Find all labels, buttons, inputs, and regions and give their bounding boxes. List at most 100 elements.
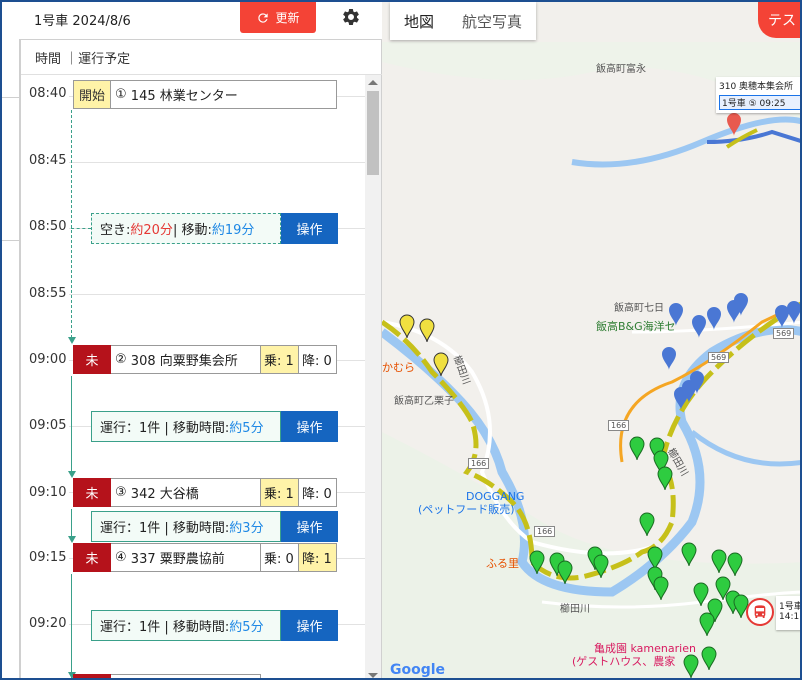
time-gridline — [69, 294, 365, 295]
tab-map[interactable]: 地図 — [390, 2, 449, 40]
map-place-label: 飯高町乙栗子 — [394, 396, 454, 407]
time-label: 09:05 — [29, 418, 67, 433]
gap-info-row: 運行：1件 | 移動時間: 約3分 操作 — [91, 511, 338, 542]
timeline-connector — [71, 509, 72, 537]
status-badge: 未 — [73, 478, 111, 507]
scrollbar-thumb[interactable] — [367, 91, 379, 175]
move-time: 約19分 — [211, 223, 255, 238]
timeline-connector — [71, 110, 72, 338]
app-window: 1号車 2024/8/6 更新 時間 ｜運行予定 08:40 08:45 08:… — [0, 0, 802, 680]
gap-prefix: 空き: — [100, 223, 131, 238]
map-type-tabs: 地図 航空写真 — [390, 2, 537, 40]
stop-row[interactable]: 未 ④ 337 粟野農協前 乗: 0 降: 1 — [73, 543, 337, 572]
stop-row[interactable]: 未 ② 308 向粟野集会所 乗: 1 降: 0 — [73, 345, 337, 374]
panel-divider — [2, 240, 20, 241]
time-label: 08:40 — [29, 86, 67, 101]
route-shield: 569 — [708, 352, 730, 363]
idle-time: 約20分 — [130, 223, 173, 238]
route-shield: 166 — [608, 420, 630, 431]
time-label: 09:15 — [29, 550, 67, 565]
gap-prefix: 運行：1件 | 移動時間: — [100, 421, 230, 436]
header-divider — [21, 74, 382, 75]
top-bar: 1号車 2024/8/6 更新 — [2, 2, 382, 39]
operation-button[interactable]: 操作 — [281, 213, 338, 244]
stop-label: 342 大谷橋 — [130, 487, 199, 502]
stop-number: ① — [115, 87, 127, 102]
refresh-label: 更新 — [275, 11, 300, 25]
map-place-label: かむら — [382, 361, 415, 374]
move-time: 約3分 — [229, 521, 264, 536]
stop-name: ① 145 林業センター — [111, 80, 337, 109]
gap-info-row: 運行：1件 | 移動時間: 約5分 操作 — [91, 610, 338, 641]
map-place-label: (ゲストハウス、農家 — [572, 655, 676, 668]
gap-info-text: 運行：1件 | 移動時間: 約5分 — [91, 610, 281, 641]
move-time: 約5分 — [229, 421, 264, 436]
google-logo: Google — [390, 662, 445, 678]
gap-info-row: 運行：1件 | 移動時間: 約5分 操作 — [91, 411, 338, 442]
map-place-label: 亀成園 kamenarien — [594, 642, 696, 655]
stop-number: ④ — [115, 550, 127, 565]
bus-icon[interactable] — [746, 598, 774, 626]
timeline-connector — [71, 574, 72, 678]
timeline-arrow — [68, 337, 76, 344]
google-logo-text: Google — [390, 662, 446, 678]
time-label: 09:00 — [29, 352, 67, 367]
schedule-header: 時間 ｜運行予定 — [35, 52, 131, 67]
scroll-down-icon[interactable] — [368, 673, 378, 678]
timeline-arrow — [68, 471, 76, 478]
map-place-label: ふる里 — [486, 557, 519, 570]
alight-count: 降: 1 — [299, 543, 337, 572]
time-label: 08:55 — [29, 286, 67, 301]
gear-icon[interactable] — [341, 7, 361, 27]
stop-number: ③ — [115, 485, 127, 500]
status-badge: 開始 — [73, 80, 111, 109]
tooltip-line: 310 奥穂本集会所 — [719, 82, 794, 92]
refresh-icon — [258, 12, 269, 23]
timeline-arrow — [68, 536, 76, 543]
status-badge: 未 — [73, 543, 111, 572]
stop-tooltip[interactable]: 310 奥穂本集会所 1号車 ⑤ 09:25 — [716, 77, 800, 113]
gap-info-text: 運行：1件 | 移動時間: 約5分 — [91, 411, 281, 442]
operation-button[interactable]: 操作 — [281, 411, 338, 442]
tab-satellite[interactable]: 航空写真 — [448, 2, 536, 40]
route-shield: 166 — [534, 526, 556, 537]
vehicle-date-label: 1号車 2024/8/6 — [34, 14, 131, 29]
test-button[interactable]: テス — [758, 2, 800, 38]
stop-name: ③ 342 大谷橋 — [111, 478, 261, 507]
stop-row[interactable]: 未 ③ 342 大谷橋 乗: 1 降: 0 — [73, 478, 337, 507]
map-place-label: DOGGANG — [466, 490, 525, 503]
vehicle-tooltip[interactable]: 1号車 14:11 — [776, 596, 802, 630]
bus-glyph-icon — [754, 605, 766, 618]
timeline-connector — [71, 376, 72, 472]
route-shield: 569 — [773, 328, 795, 339]
refresh-button[interactable]: 更新 — [240, 2, 316, 33]
tooltip-line: 1号車 — [779, 602, 802, 612]
alight-count: 降: 0 — [299, 345, 337, 374]
operation-button[interactable]: 操作 — [281, 610, 338, 641]
time-label: 09:20 — [29, 616, 67, 631]
stop-name — [111, 674, 261, 678]
schedule-panel: 1号車 2024/8/6 更新 時間 ｜運行予定 08:40 08:45 08:… — [2, 2, 382, 678]
board-count: 乗: 1 — [261, 478, 299, 507]
scroll-up-icon[interactable] — [368, 80, 378, 85]
stop-name: ④ 337 粟野農協前 — [111, 543, 261, 572]
operation-button[interactable]: 操作 — [281, 511, 338, 542]
map-view[interactable]: 地図 航空写真 テス 飯高町富永 飯高町七日 飯高B&G海洋セ 飯高町乙栗子 か… — [382, 2, 802, 678]
map-place-label: 飯高町富永 — [596, 64, 646, 75]
stop-row[interactable]: 開始 ① 145 林業センター — [73, 80, 337, 109]
map-place-label: 飯高町七日 — [614, 303, 664, 314]
panel-divider — [2, 97, 20, 98]
board-count: 乗: 0 — [261, 543, 299, 572]
schedule-list[interactable]: 時間 ｜運行予定 08:40 08:45 08:50 08:55 09:00 0… — [20, 39, 382, 678]
scrollbar[interactable] — [365, 75, 381, 678]
gap-info-text: 空き: 約20分 | 移動: 約19分 — [91, 213, 281, 244]
tooltip-line: 1号車 ⑤ 09:25 — [719, 95, 800, 110]
stop-row[interactable] — [73, 674, 261, 678]
gap-prefix: 運行：1件 | 移動時間: — [100, 521, 230, 536]
stop-label: 308 向粟野集会所 — [130, 354, 238, 369]
board-count: 乗: 1 — [261, 345, 299, 374]
time-label: 09:10 — [29, 485, 67, 500]
gap-info-text: 運行：1件 | 移動時間: 約3分 — [91, 511, 281, 542]
map-place-label: (ペットフード販売) — [418, 503, 515, 516]
status-badge — [73, 674, 111, 678]
